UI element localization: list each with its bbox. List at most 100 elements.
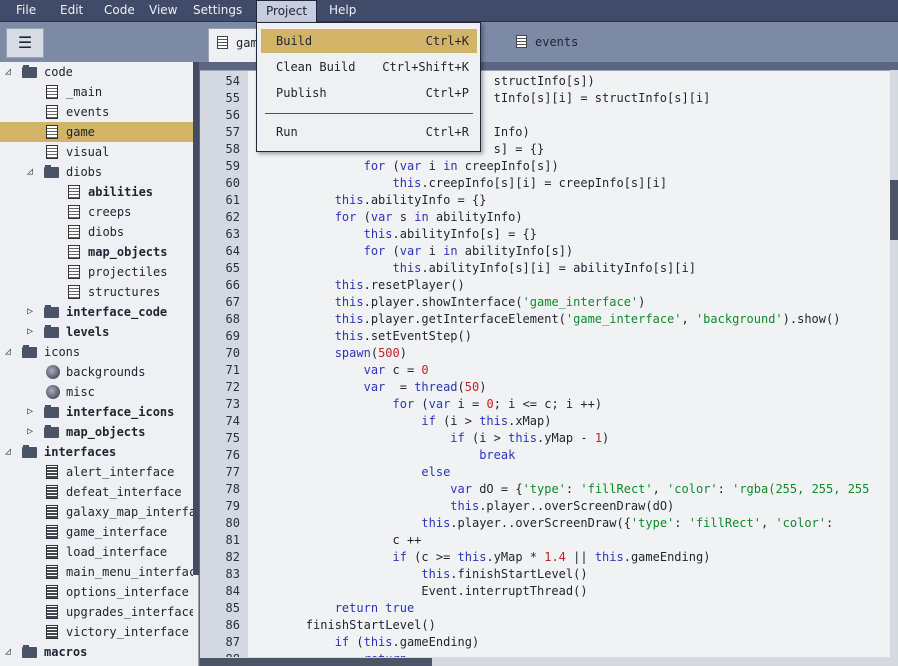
tree-item-label: interface_icons xyxy=(66,405,175,419)
tree-item[interactable]: projectiles xyxy=(0,262,193,282)
code-line[interactable]: if (i > this.yMap - 1) xyxy=(248,431,609,445)
tab-label: events xyxy=(535,35,579,49)
menu-item-shortcut: Ctrl+R xyxy=(425,125,469,139)
code-line[interactable]: Event.interruptThread() xyxy=(248,584,587,598)
line-number: 66 xyxy=(225,278,240,292)
code-editor[interactable]: 54 structInfo[s]) 55 tInfo[s][i] = struct… xyxy=(200,70,898,666)
collapse-arrow-icon[interactable]: ◿ xyxy=(5,67,16,78)
sidebar-scrollbar[interactable] xyxy=(193,62,199,575)
tree-item[interactable]: ▷ interface_icons xyxy=(0,402,193,422)
code-line[interactable]: if (this.gameEnding) xyxy=(248,635,480,649)
tree-item[interactable]: game xyxy=(0,122,193,142)
code-line[interactable]: finishStartLevel() xyxy=(248,618,436,632)
collapse-arrow-icon[interactable]: ◿ xyxy=(5,647,16,658)
menu-code[interactable]: Code xyxy=(95,0,144,22)
tab-events[interactable]: events xyxy=(508,28,598,58)
image-icon xyxy=(46,365,60,379)
expand-arrow-icon[interactable]: ▷ xyxy=(27,307,38,318)
tree-item-label: diobs xyxy=(66,165,103,179)
menu-file[interactable]: File xyxy=(7,0,45,22)
code-line[interactable]: if (c >= this.yMap * 1.4 || this.gameEnd… xyxy=(248,550,711,564)
tree-item[interactable]: visual xyxy=(0,142,193,162)
tree-item[interactable]: ◿ code xyxy=(0,62,193,82)
editor-vertical-scrollbar-thumb[interactable] xyxy=(890,180,898,240)
tree-item[interactable]: ◿ diobs xyxy=(0,162,193,182)
tree-item[interactable]: ◿ icons xyxy=(0,342,193,362)
tree-item[interactable]: upgrades_interface xyxy=(0,602,193,622)
code-line[interactable]: for (var i = 0; i <= c; i ++) xyxy=(248,397,603,411)
code-line[interactable]: spawn(500) xyxy=(248,346,407,360)
code-line[interactable]: else xyxy=(248,465,450,479)
menu-item-run[interactable]: Run Ctrl+R xyxy=(261,120,477,144)
tree-item[interactable]: abilities xyxy=(0,182,193,202)
code-line[interactable]: var dO = {'type': 'fillRect', 'color': '… xyxy=(248,482,869,496)
code-line[interactable]: this.setEventStep() xyxy=(248,329,472,343)
code-line[interactable]: this.creepInfo[s][i] = creepInfo[s][i] xyxy=(248,176,668,190)
code-line[interactable]: for (var i in creepInfo[s]) xyxy=(248,159,559,173)
code-line[interactable]: c ++ xyxy=(248,533,421,547)
tree-item[interactable]: victory_interface xyxy=(0,622,193,642)
menu-project[interactable]: Project xyxy=(256,0,318,23)
expand-arrow-icon[interactable]: ▷ xyxy=(27,427,38,438)
tree-item[interactable]: backgrounds xyxy=(0,362,193,382)
menu-item-clean-build[interactable]: Clean Build Ctrl+Shift+K xyxy=(261,55,477,79)
file-icon xyxy=(68,205,80,219)
project-tree: ◿ code _main events game visual ◿ diobs abilitie… xyxy=(0,62,199,666)
collapse-arrow-icon[interactable]: ◿ xyxy=(27,167,38,178)
collapse-arrow-icon[interactable]: ◿ xyxy=(5,347,16,358)
menu-settings[interactable]: Settings xyxy=(184,0,251,22)
expand-arrow-icon[interactable]: ▷ xyxy=(27,327,38,338)
tree-item-label: abilities xyxy=(88,185,154,199)
tree-item-label: map_objects xyxy=(66,425,146,439)
menu-item-build[interactable]: Build Ctrl+K xyxy=(261,29,477,53)
code-line[interactable]: this.abilityInfo[s][i] = abilityInfo[s][… xyxy=(248,261,696,275)
tree-item[interactable]: ▷ levels xyxy=(0,322,193,342)
tree-item[interactable]: creeps xyxy=(0,202,193,222)
code-line[interactable]: this.player..overScreenDraw(dO) xyxy=(248,499,674,513)
tree-item[interactable]: main_menu_interface xyxy=(0,562,193,582)
menu-edit[interactable]: Edit xyxy=(51,0,92,22)
tree-item[interactable]: load_interface xyxy=(0,542,193,562)
tree-item[interactable]: game_interface xyxy=(0,522,193,542)
tree-item[interactable]: _main xyxy=(0,82,193,102)
tree-item[interactable]: structures xyxy=(0,282,193,302)
code-line[interactable]: this.player.getInterfaceElement('game_in… xyxy=(248,312,841,326)
hamburger-menu-icon[interactable]: ☰ xyxy=(6,28,44,58)
tree-item[interactable]: options_interface xyxy=(0,582,193,602)
collapse-arrow-icon[interactable]: ◿ xyxy=(5,447,16,458)
code-line[interactable]: for (var i in abilityInfo[s]) xyxy=(248,244,574,258)
tree-item[interactable]: ▷ interface_code xyxy=(0,302,193,322)
code-line[interactable]: return true xyxy=(248,601,415,615)
tree-item[interactable]: events xyxy=(0,102,193,122)
code-line[interactable]: this.abilityInfo[s] = {} xyxy=(248,227,537,241)
code-line[interactable]: if (i > this.xMap) xyxy=(248,414,551,428)
code-line[interactable]: this.finishStartLevel() xyxy=(248,567,587,581)
tree-item[interactable]: alert_interface xyxy=(0,462,193,482)
editor-vertical-scrollbar[interactable] xyxy=(890,70,898,666)
code-line[interactable]: var c = 0 xyxy=(248,363,429,377)
tree-item[interactable]: galaxy_map_interface xyxy=(0,502,193,522)
tree-item[interactable]: misc xyxy=(0,382,193,402)
editor-horizontal-scrollbar-thumb[interactable] xyxy=(200,658,432,666)
code-line[interactable]: break xyxy=(248,448,515,462)
tree-item[interactable]: defeat_interface xyxy=(0,482,193,502)
code-line[interactable]: for (var s in abilityInfo) xyxy=(248,210,523,224)
line-number: 57 xyxy=(225,125,240,139)
tree-item[interactable]: map_objects xyxy=(0,242,193,262)
code-line[interactable]: var = thread(50) xyxy=(248,380,487,394)
file-icon xyxy=(46,465,58,479)
file-icon xyxy=(68,185,80,199)
tree-item[interactable]: diobs xyxy=(0,222,193,242)
code-line[interactable]: this.abilityInfo = {} xyxy=(248,193,487,207)
menu-item-publish[interactable]: Publish Ctrl+P xyxy=(261,81,477,105)
menu-help[interactable]: Help xyxy=(320,0,365,22)
code-line[interactable]: this.resetPlayer() xyxy=(248,278,465,292)
tree-item[interactable]: ▷ map_objects xyxy=(0,422,193,442)
tree-item[interactable]: ◿ macros xyxy=(0,642,193,662)
menu-view[interactable]: View xyxy=(140,0,186,22)
code-line[interactable]: this.player.showInterface('game_interfac… xyxy=(248,295,646,309)
tree-item[interactable]: ◿ interfaces xyxy=(0,442,193,462)
line-number: 58 xyxy=(225,142,240,156)
expand-arrow-icon[interactable]: ▷ xyxy=(27,407,38,418)
code-line[interactable]: this.player..overScreenDraw({'type': 'fi… xyxy=(248,516,833,530)
